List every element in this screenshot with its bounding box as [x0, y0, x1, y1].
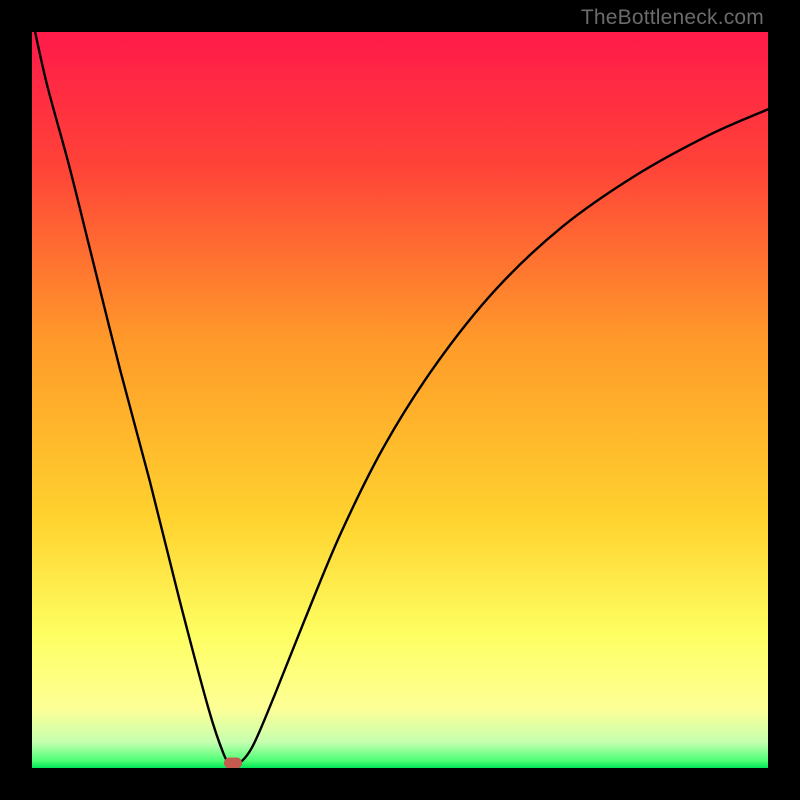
- watermark-text: TheBottleneck.com: [581, 6, 764, 30]
- chart-frame: TheBottleneck.com: [0, 0, 800, 800]
- plot-area: [32, 32, 768, 768]
- optimal-point-marker: [224, 757, 242, 768]
- bottleneck-curve: [32, 32, 768, 768]
